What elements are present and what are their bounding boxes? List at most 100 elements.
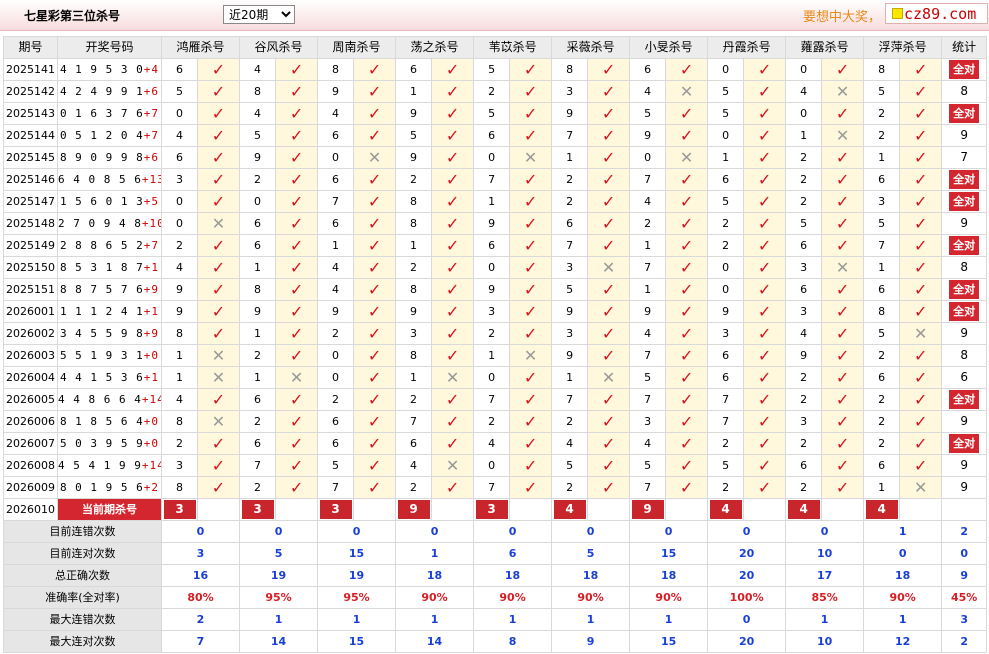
result-mark-cell: ✓ (509, 410, 553, 433)
result-mark-cell: ✓ (509, 388, 553, 411)
correct-check-icon: ✓ (523, 301, 538, 321)
table-row: 2026004 4 4 1 5 3 6+1 1 ✕ 1 ✕ 0 ✓ 1 ✕ 0 ✓ 1 ✕ 5 ✓ 6 ✓ 2 ✓ 6 ✓… (3, 366, 988, 389)
correct-check-icon: ✓ (679, 257, 694, 277)
summary-value: 15 (317, 630, 397, 653)
summary-value: 95% (317, 586, 397, 609)
kill-number-cell: 4 (629, 80, 667, 103)
bonus-number: +6 (143, 151, 160, 164)
kill-number-cell: 1 (395, 366, 433, 389)
winning-number-cell: 5 0 3 9 5 9+0 (57, 432, 162, 455)
correct-check-icon: ✓ (289, 257, 304, 277)
correct-check-icon: ✓ (523, 455, 538, 475)
winning-digits: 8 8 7 5 7 6 (59, 283, 144, 296)
period-cell: 2026009 (3, 476, 58, 499)
correct-check-icon: ✓ (289, 477, 304, 497)
correct-check-icon: ✓ (211, 235, 226, 255)
kill-number-cell: 5 (863, 80, 901, 103)
summary-value: 0 (395, 520, 475, 543)
kill-number-cell: 2 (395, 168, 433, 191)
summary-value: 15 (629, 542, 709, 565)
summary-value: 1 (473, 608, 553, 631)
correct-check-icon: ✓ (913, 345, 928, 365)
bonus-number: +0 (143, 415, 160, 428)
kill-number-cell: 9 (551, 344, 589, 367)
result-mark-cell: ✓ (509, 190, 553, 213)
period-cell: 2026002 (3, 322, 58, 345)
wrong-cross-icon: ✕ (679, 147, 694, 167)
stat-cell: 全对 (941, 58, 988, 81)
kill-number-cell: 6 (317, 124, 355, 147)
period-cell: 2025146 (3, 168, 58, 191)
result-mark-cell: ✓ (509, 300, 553, 323)
winning-digits: 2 8 8 6 5 2 (59, 239, 144, 252)
site-logo[interactable]: cz89.com (885, 3, 988, 24)
kill-number-cell: 7 (863, 234, 901, 257)
summary-value: 1 (395, 608, 475, 631)
result-mark-cell: ✓ (665, 432, 709, 455)
correct-check-icon: ✓ (289, 103, 304, 123)
kill-number-cell: 0 (161, 102, 198, 125)
result-mark-cell: ✓ (431, 102, 475, 125)
kill-number-cell: 9 (317, 300, 355, 323)
column-header: 期号 (3, 36, 58, 59)
correct-check-icon: ✓ (679, 191, 694, 211)
correct-check-icon: ✓ (835, 301, 850, 321)
kill-number-cell: 6 (239, 388, 277, 411)
result-mark-cell: ✓ (899, 146, 943, 169)
correct-check-icon: ✓ (913, 235, 928, 255)
correct-check-icon: ✓ (289, 235, 304, 255)
winning-number-cell: 1 5 6 0 1 3+5 (57, 190, 162, 213)
current-kill-value-cell: 4 (863, 498, 901, 521)
correct-check-icon: ✓ (523, 323, 538, 343)
kill-number-cell: 3 (473, 300, 511, 323)
result-mark-cell: ✓ (275, 80, 319, 103)
winning-number-cell: 8 0 1 9 5 6+2 (57, 476, 162, 499)
result-mark-cell: ✓ (275, 124, 319, 147)
kill-number-cell: 6 (239, 234, 277, 257)
site-domain: cz89.com (904, 5, 977, 23)
wrong-cross-icon: ✕ (601, 257, 616, 277)
kill-number-cell: 7 (551, 234, 589, 257)
period-range-select[interactable]: 近20期 (223, 5, 295, 24)
correct-check-icon: ✓ (367, 301, 382, 321)
correct-check-icon: ✓ (445, 103, 460, 123)
kill-number-cell: 3 (161, 454, 198, 477)
correct-check-icon: ✓ (367, 81, 382, 101)
kill-number-cell: 7 (239, 454, 277, 477)
result-mark-cell: ✓ (509, 278, 553, 301)
result-mark-cell: ✓ (509, 234, 553, 257)
correct-check-icon: ✓ (289, 411, 304, 431)
kill-number-cell: 0 (785, 58, 823, 81)
result-mark-cell: ✓ (431, 388, 475, 411)
kill-number-cell: 9 (395, 300, 433, 323)
correct-check-icon: ✓ (523, 235, 538, 255)
correct-check-icon: ✓ (835, 147, 850, 167)
result-mark-cell: ✓ (587, 322, 631, 345)
kill-number-cell: 6 (863, 168, 901, 191)
summary-value: 0 (239, 520, 319, 543)
result-mark-cell: ✓ (665, 124, 709, 147)
result-mark-cell: ✓ (821, 388, 865, 411)
summary-value: 0 (707, 608, 787, 631)
result-mark-cell: ✓ (353, 344, 397, 367)
summary-value: 20 (707, 630, 787, 653)
stat-cell: 9 (941, 476, 988, 499)
kill-number-cell: 6 (239, 212, 277, 235)
kill-number-cell: 2 (551, 190, 589, 213)
result-mark-cell: ✓ (899, 300, 943, 323)
correct-check-icon: ✓ (913, 279, 928, 299)
correct-check-icon: ✓ (289, 345, 304, 365)
correct-check-icon: ✓ (757, 279, 772, 299)
kill-number-cell: 9 (161, 300, 198, 323)
kill-number-cell: 5 (707, 102, 745, 125)
kill-number-cell: 0 (239, 190, 277, 213)
table-body: 2025141 4 1 9 5 3 0+4 6 ✓ 4 ✓ 8 ✓ 6 ✓ 5 ✓ 8 ✓ 6 ✓ 0 ✓ 0 ✓ 8 ✓… (3, 58, 988, 653)
stat-count: 9 (960, 128, 968, 142)
correct-check-icon: ✓ (601, 213, 616, 233)
kill-number-cell: 1 (551, 146, 589, 169)
correct-check-icon: ✓ (523, 103, 538, 123)
summary-label: 总正确次数 (3, 564, 162, 587)
stat-count: 9 (960, 216, 968, 230)
correct-check-icon: ✓ (679, 455, 694, 475)
kill-number-cell: 3 (785, 300, 823, 323)
